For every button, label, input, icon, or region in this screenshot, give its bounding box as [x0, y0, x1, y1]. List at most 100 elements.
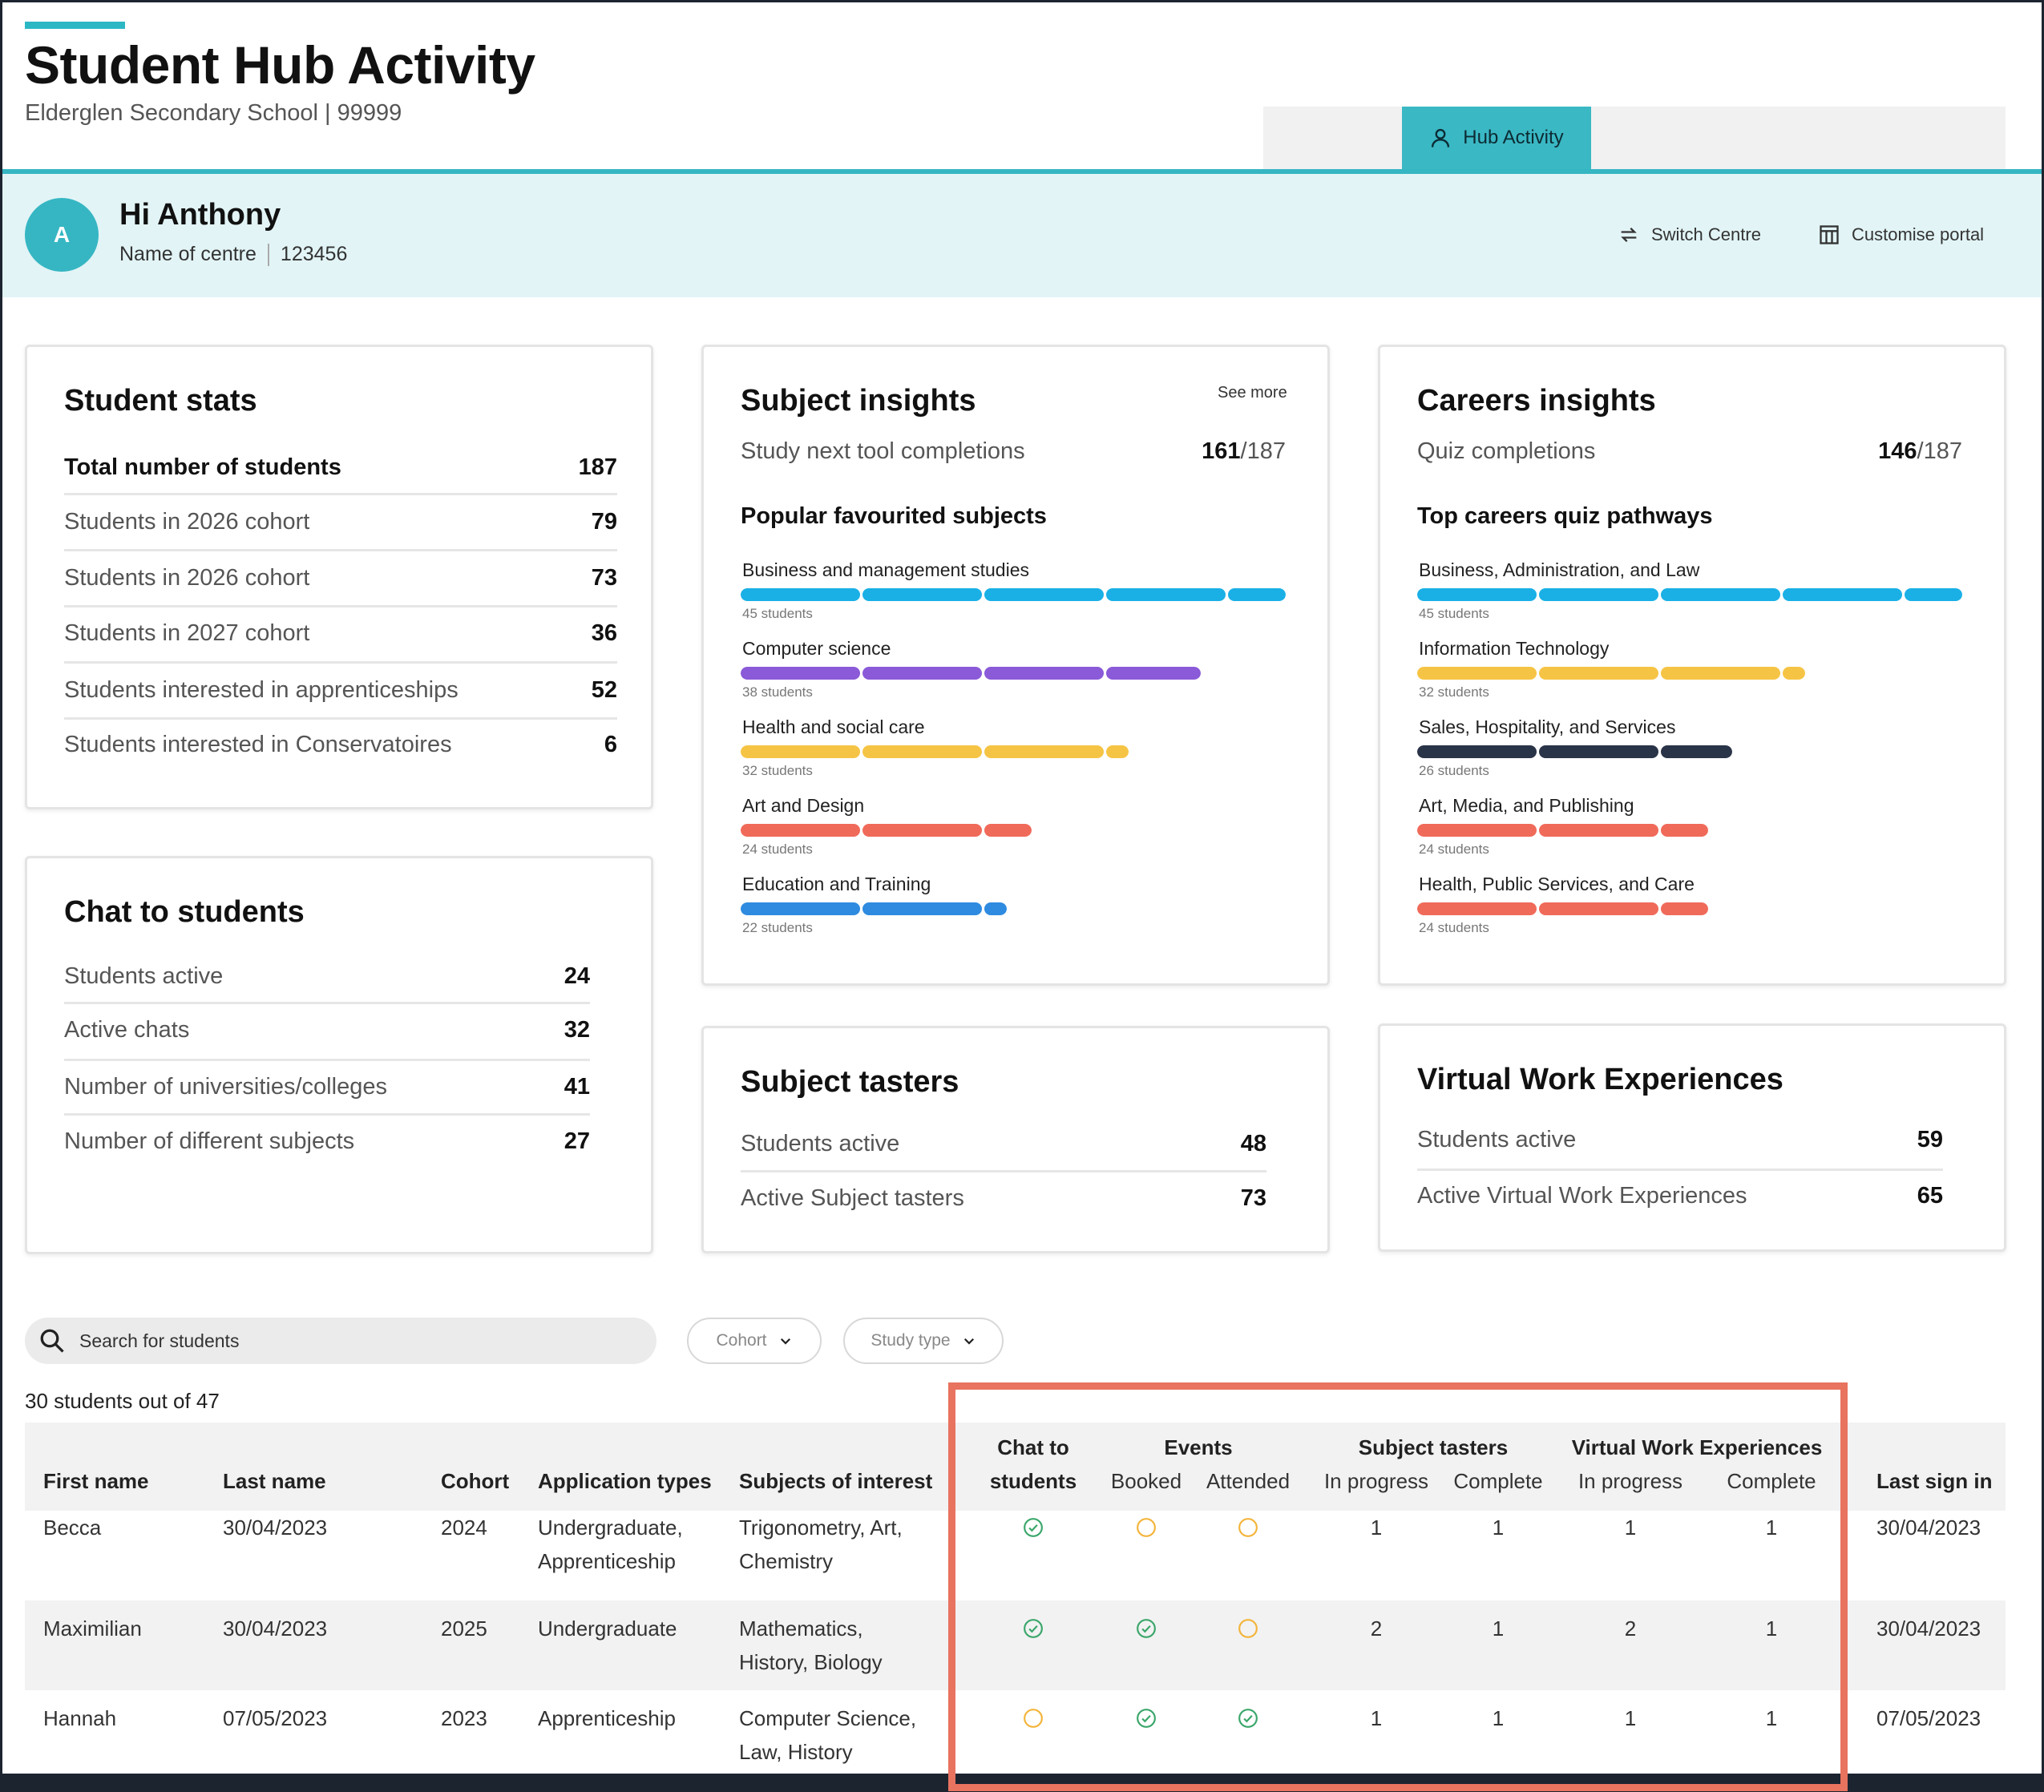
chevron-down-icon [963, 1338, 974, 1345]
page-title: Student Hub Activity [25, 35, 535, 95]
col-st-complete[interactable]: Complete [1453, 1469, 1542, 1494]
cell-first-name: Maximilian [43, 1616, 142, 1641]
check-circle-icon [1137, 1709, 1156, 1728]
subject-bar-segment [741, 824, 860, 837]
career-bar-label: Health, Public Services, and Care [1419, 874, 1695, 894]
table-row[interactable]: Hannah 07/05/2023 2023 Apprenticeship Co… [25, 1690, 2006, 1774]
pending-circle-icon [1238, 1619, 1258, 1638]
col-vwe-in-progress[interactable]: In progress [1578, 1469, 1682, 1494]
stat-label: Students active [64, 963, 224, 989]
subject-bar-label: Education and Training [742, 874, 931, 894]
customise-portal-button[interactable]: Customise portal [1818, 224, 1984, 246]
completions-value: 146 [1878, 438, 1917, 464]
stat-label: Students in 2027 cohort [64, 620, 310, 646]
stat-label: Students in 2026 cohort [64, 564, 310, 591]
stat-value: 6 [604, 731, 617, 757]
cell-last-sign-in: 07/05/2023 [1876, 1706, 1981, 1730]
study-type-filter[interactable]: Study type [843, 1318, 1004, 1364]
search-icon [40, 1329, 64, 1353]
search-input[interactable] [79, 1330, 560, 1352]
cell-st-complete: 1 [1492, 1516, 1505, 1540]
row-divider [64, 661, 617, 664]
career-bar-label: Information Technology [1419, 638, 1610, 659]
subject-bar-label: Health and social care [742, 716, 925, 737]
cell-line: Undergraduate [538, 1616, 677, 1641]
greeting-title: Hi Anthony [119, 198, 281, 232]
cell-line: Apprenticeship [538, 1549, 676, 1573]
table-row[interactable]: Becca 30/04/2023 2024 Undergraduate, Appr… [25, 1511, 2006, 1600]
cell-st-complete: 1 [1492, 1706, 1505, 1730]
pending-circle-icon [1238, 1518, 1258, 1537]
cohort-filter-label: Cohort [716, 1331, 767, 1350]
cell-st-in-progress: 1 [1370, 1516, 1383, 1540]
student-stats-card: Student stats Total number of students 1… [25, 345, 653, 809]
completions-total: /187 [1917, 438, 1962, 464]
search-bar[interactable] [25, 1318, 656, 1364]
completions-count: 146/187 [1878, 438, 1962, 465]
row-divider [64, 549, 617, 551]
taster-stat-row: Active Subject tasters 73 [741, 1172, 1266, 1224]
title-accent-bar [25, 22, 125, 29]
completions-label: Study next tool completions [741, 438, 1025, 464]
tab-hub-activity[interactable]: Hub Activity [1402, 107, 1591, 169]
career-bar-label: Sales, Hospitality, and Services [1419, 716, 1676, 737]
page: Student Hub Activity Elderglen Secondary… [2, 2, 2042, 1774]
col-events-attended[interactable]: Attended [1206, 1469, 1290, 1494]
person-icon [1432, 128, 1450, 147]
cell-application-types: Undergraduate [538, 1612, 677, 1645]
col-chat-line1: Chat to [997, 1435, 1069, 1459]
col-last-name[interactable]: Last name [223, 1469, 326, 1494]
pending-circle-icon [1137, 1518, 1156, 1537]
col-st-in-progress[interactable]: In progress [1324, 1469, 1428, 1494]
swap-arrows-icon [1621, 228, 1637, 242]
stat-row: Students interested in apprenticeships 5… [64, 664, 617, 716]
see-more-link[interactable]: See more [1218, 384, 1287, 402]
cell-st-in-progress: 1 [1370, 1706, 1383, 1730]
col-application-types[interactable]: Application types [538, 1469, 712, 1494]
col-vwe-complete[interactable]: Complete [1727, 1469, 1816, 1494]
switch-centre-button[interactable]: Switch Centre [1618, 224, 1761, 246]
check-circle-icon [1024, 1619, 1043, 1638]
stat-label: Total number of students [64, 454, 341, 480]
cell-subjects: Trigonometry, Art, Chemistry [739, 1511, 903, 1578]
col-subjects-of-interest[interactable]: Subjects of interest [739, 1469, 932, 1494]
subject-bar [741, 588, 1286, 601]
careers-insights-card: Careers insights Quiz completions 146/18… [1378, 345, 2006, 986]
subject-bar [741, 824, 1032, 837]
stat-value: 36 [591, 620, 617, 646]
col-events-booked[interactable]: Booked [1111, 1469, 1182, 1494]
stat-value: 24 [564, 963, 590, 989]
career-bar-segment [1539, 667, 1658, 680]
subject-bar-segment [862, 902, 982, 915]
vwe-stat-row: Active Virtual Work Experiences 65 [1417, 1170, 1943, 1221]
chat-stat-row: Students active 24 [64, 950, 590, 1002]
layout-grid-icon [1820, 225, 1839, 244]
stat-value: 187 [578, 454, 617, 480]
cell-subjects: Computer Science, Law, History [739, 1701, 916, 1769]
career-bar-segment [1783, 588, 1902, 601]
col-first-name[interactable]: First name [43, 1469, 149, 1494]
centre-name: Name of centre [119, 243, 257, 265]
col-cohort[interactable]: Cohort [441, 1469, 509, 1494]
career-bar-count: 24 students [1419, 842, 1489, 857]
stat-label: Number of universities/colleges [64, 1073, 387, 1100]
career-bar-segment [1661, 588, 1780, 601]
table-row[interactable]: Maximilian 30/04/2023 2025 Undergraduate… [25, 1600, 2006, 1690]
stat-value: 32 [564, 1016, 590, 1043]
career-bar-segment [1417, 824, 1537, 837]
cell-first-name: Becca [43, 1516, 102, 1540]
cell-cohort: 2023 [441, 1706, 487, 1730]
subject-bar-segment [1106, 588, 1226, 601]
avatar[interactable]: A [25, 198, 99, 272]
cohort-filter[interactable]: Cohort [687, 1318, 822, 1364]
subject-bar-segment [741, 745, 860, 758]
col-chat-to-students[interactable]: students [990, 1469, 1077, 1494]
vwe-stat-row: Students active 59 [1417, 1114, 1943, 1165]
career-bar [1417, 902, 1708, 915]
career-bar-count: 32 students [1419, 684, 1489, 700]
col-last-sign-in[interactable]: Last sign in [1876, 1469, 1992, 1494]
subject-bar-segment [862, 588, 982, 601]
career-bar-segment [1661, 667, 1780, 680]
cell-last-sign-in: 30/04/2023 [1876, 1616, 1981, 1641]
customise-portal-label: Customise portal [1852, 224, 1985, 244]
